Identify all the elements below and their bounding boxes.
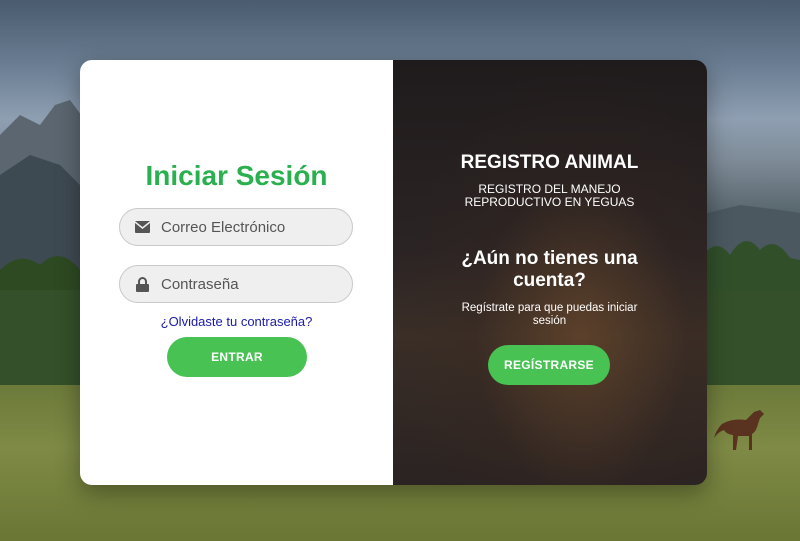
auth-card: Iniciar Sesión ¿Olvidaste tu contraseña?… — [80, 60, 707, 485]
promo-question: ¿Aún no tienes una cuenta? — [461, 248, 638, 291]
register-button[interactable]: REGÍSTRARSE — [488, 345, 610, 385]
login-panel: Iniciar Sesión ¿Olvidaste tu contraseña?… — [80, 60, 393, 485]
password-input[interactable] — [161, 275, 341, 293]
promo-subtitle: REGISTRO DEL MANEJO REPRODUCTIVO EN YEGU… — [464, 182, 635, 209]
register-panel: REGISTRO ANIMAL REGISTRO DEL MANEJO REPR… — [393, 60, 707, 485]
forgot-password-link[interactable]: ¿Olvidaste tu contraseña? — [80, 314, 393, 329]
login-title: Iniciar Sesión — [145, 160, 328, 191]
envelope-icon — [134, 219, 150, 235]
promo-title: REGISTRO ANIMAL — [460, 152, 639, 173]
login-button[interactable]: ENTRAR — [167, 337, 307, 377]
password-field[interactable] — [119, 265, 353, 303]
email-input[interactable] — [161, 218, 341, 236]
email-field[interactable] — [119, 208, 353, 246]
lock-icon — [134, 276, 150, 292]
horse-image — [714, 410, 764, 450]
promo-hint: Regístrate para que puedas iniciar sesió… — [461, 302, 638, 327]
